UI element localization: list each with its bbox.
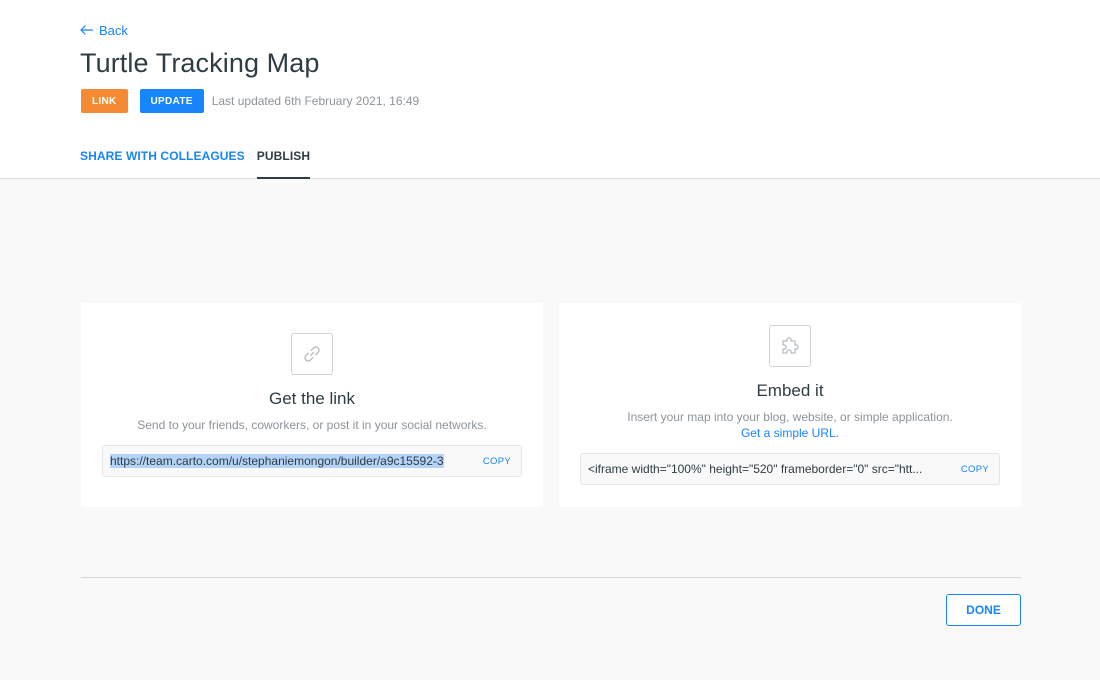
get-link-title: Get the link [269,389,355,408]
update-button[interactable]: UPDATE [139,89,204,113]
embed-description: Insert your map into your blog, website,… [627,410,953,424]
page-title: Turtle Tracking Map [80,48,320,78]
back-link[interactable]: Back [80,22,128,38]
link-url-text: https://team.carto.com/u/stephaniemongon… [110,454,444,468]
tab-share-with-colleagues[interactable]: SHARE WITH COLLEAGUES [80,148,245,179]
header: Back Turtle Tracking Map LINK UPDATE Las… [0,0,1100,179]
back-label: Back [99,22,128,38]
done-button[interactable]: DONE [946,594,1021,626]
link-url-value[interactable]: https://team.carto.com/u/stephaniemongon… [103,454,469,468]
copy-embed-button[interactable]: COPY [947,464,999,475]
embed-title: Embed it [756,381,824,400]
tab-publish[interactable]: PUBLISH [256,148,311,179]
link-icon [291,333,333,375]
footer-divider [81,577,1021,578]
arrow-left-icon [80,25,93,35]
last-updated-text: Last updated 6th February 2021, 16:49 [211,94,420,108]
link-badge: LINK [81,89,128,113]
link-url-field[interactable]: https://team.carto.com/u/stephaniemongon… [102,445,522,477]
puzzle-icon [769,325,811,367]
get-link-description: Send to your friends, coworkers, or post… [137,418,487,432]
embed-code-value[interactable]: <iframe width="100%" height="520" frameb… [581,462,947,476]
embed-card: Embed it Insert your map into your blog,… [559,303,1021,507]
tabs: SHARE WITH COLLEAGUES PUBLISH [80,148,311,179]
embed-code-field[interactable]: <iframe width="100%" height="520" frameb… [580,453,1000,485]
meta-row: LINK UPDATE Last updated 6th February 20… [81,89,419,113]
copy-link-button[interactable]: COPY [469,456,521,467]
get-link-card: Get the link Send to your friends, cowor… [81,303,543,507]
get-simple-url-link[interactable]: Get a simple URL. [559,426,1021,440]
